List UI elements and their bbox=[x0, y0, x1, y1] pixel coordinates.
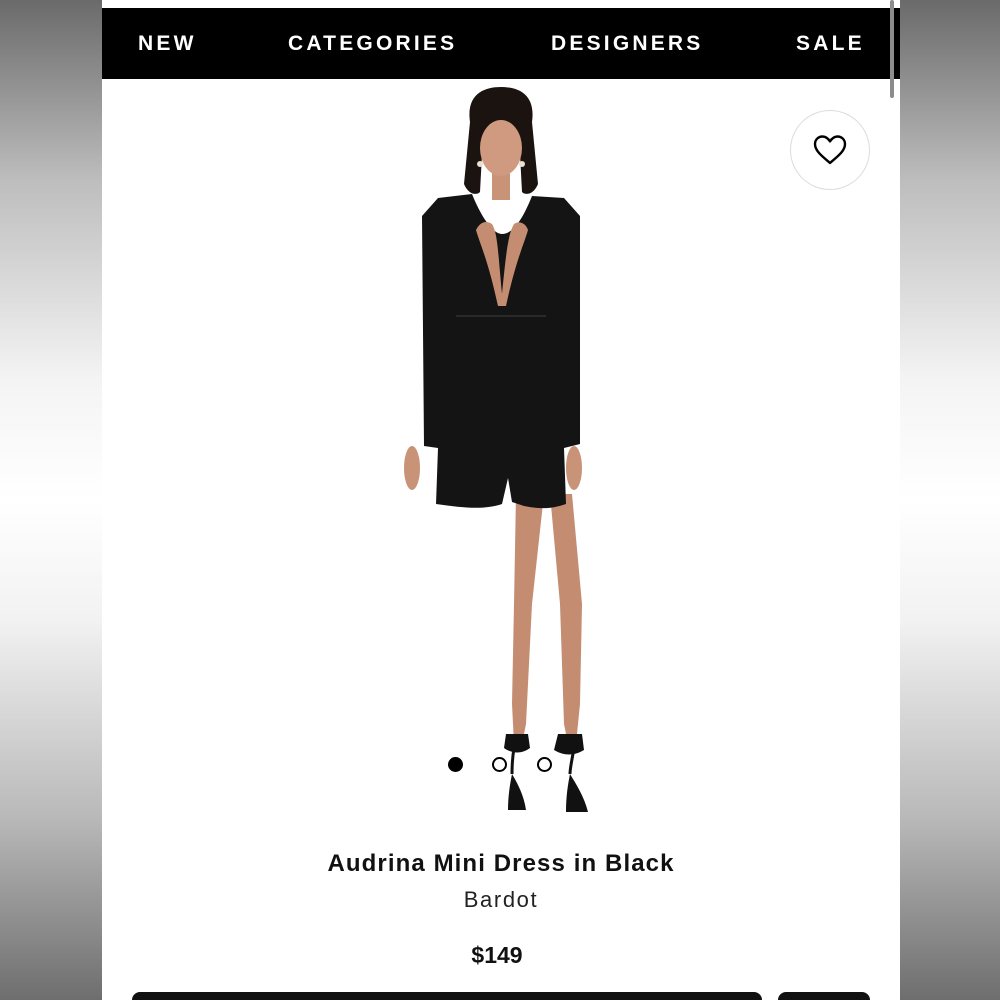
pagination-dot-2[interactable] bbox=[492, 757, 507, 772]
nav-item-sale[interactable]: SALE bbox=[796, 8, 865, 79]
top-nav: NEW CATEGORIES DESIGNERS SALE bbox=[102, 8, 900, 79]
heart-outline-icon bbox=[813, 135, 847, 165]
model-leg-left bbox=[512, 494, 544, 744]
pagination-dot-3[interactable] bbox=[537, 757, 552, 772]
add-to-bag-button[interactable] bbox=[132, 992, 762, 1000]
product-title: Audrina Mini Dress in Black bbox=[327, 850, 675, 877]
secondary-action-button[interactable] bbox=[778, 992, 870, 1000]
pagination-dot-1[interactable] bbox=[448, 757, 463, 772]
product-price: $149 bbox=[471, 942, 523, 968]
nav-item-categories[interactable]: CATEGORIES bbox=[288, 8, 457, 79]
product-photo[interactable] bbox=[394, 84, 608, 832]
nav-item-designers[interactable]: DESIGNERS bbox=[551, 8, 704, 79]
app-frame: NEW CATEGORIES DESIGNERS SALE Audrina Mi… bbox=[102, 0, 900, 1000]
nav-item-new[interactable]: NEW bbox=[138, 8, 197, 79]
model-face bbox=[480, 120, 522, 176]
black-mini-dress bbox=[422, 194, 580, 509]
sandal-right bbox=[554, 734, 584, 755]
model-leg-right bbox=[550, 494, 582, 744]
favorite-button[interactable] bbox=[790, 110, 870, 190]
image-pagination bbox=[448, 757, 558, 773]
product-brand[interactable]: Bardot bbox=[102, 887, 900, 913]
scrollbar[interactable] bbox=[890, 0, 894, 98]
